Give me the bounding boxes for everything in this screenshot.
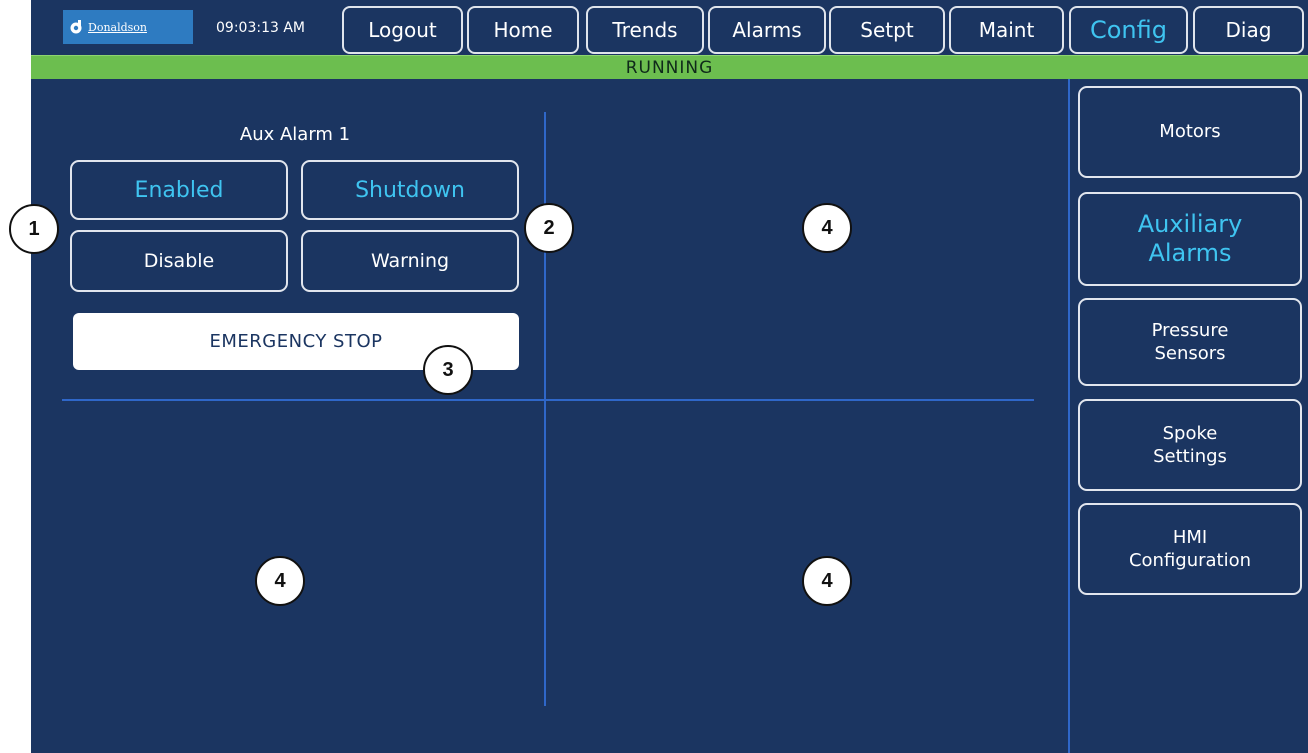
sidebar-item-auxiliary-alarms[interactable]: Auxiliary Alarms bbox=[1078, 192, 1302, 286]
logo-text: Donaldson bbox=[88, 20, 147, 34]
nav-home-button[interactable]: Home bbox=[467, 6, 579, 54]
sidebar-item-motors[interactable]: Motors bbox=[1078, 86, 1302, 178]
sidebar-item-label: Spoke Settings bbox=[1153, 422, 1227, 467]
quadrant-divider-horizontal bbox=[62, 399, 1034, 401]
nav-setpt-button[interactable]: Setpt bbox=[829, 6, 945, 54]
nav-trends-button[interactable]: Trends bbox=[586, 6, 704, 54]
nav-label: Setpt bbox=[860, 18, 914, 42]
sidebar-item-hmi-configuration[interactable]: HMI Configuration bbox=[1078, 503, 1302, 595]
nav-label: Diag bbox=[1225, 18, 1272, 42]
nav-config-button[interactable]: Config bbox=[1069, 6, 1188, 54]
shutdown-button[interactable]: Shutdown bbox=[301, 160, 519, 220]
emergency-stop-label: EMERGENCY STOP bbox=[209, 331, 383, 352]
sidebar-item-spoke-settings[interactable]: Spoke Settings bbox=[1078, 399, 1302, 491]
shutdown-label: Shutdown bbox=[355, 177, 465, 203]
disable-label: Disable bbox=[143, 250, 215, 272]
nav-diag-button[interactable]: Diag bbox=[1193, 6, 1304, 54]
callout-marker: 4 bbox=[802, 203, 852, 253]
nav-maint-button[interactable]: Maint bbox=[949, 6, 1064, 54]
disable-button[interactable]: Disable bbox=[70, 230, 288, 292]
enabled-label: Enabled bbox=[134, 177, 224, 203]
aux-alarm-title: Aux Alarm 1 bbox=[239, 124, 351, 145]
nav-label: Alarms bbox=[732, 18, 802, 42]
nav-label: Logout bbox=[368, 18, 437, 42]
warning-button[interactable]: Warning bbox=[301, 230, 519, 292]
warning-label: Warning bbox=[370, 250, 450, 272]
sidebar-item-label: Auxiliary Alarms bbox=[1137, 210, 1243, 267]
quadrant-divider-vertical bbox=[544, 112, 546, 706]
enabled-button[interactable]: Enabled bbox=[70, 160, 288, 220]
sidebar-item-label: HMI Configuration bbox=[1128, 526, 1252, 571]
sidebar-item-pressure-sensors[interactable]: Pressure Sensors bbox=[1078, 298, 1302, 386]
sidebar-separator bbox=[1068, 79, 1070, 753]
donaldson-logo-icon bbox=[70, 20, 82, 34]
callout-marker: 4 bbox=[255, 556, 305, 606]
callout-marker: 2 bbox=[524, 203, 574, 253]
nav-label: Config bbox=[1089, 16, 1167, 44]
callout-marker: 3 bbox=[423, 345, 473, 395]
nav-logout-button[interactable]: Logout bbox=[342, 6, 463, 54]
status-bar: RUNNING bbox=[31, 55, 1308, 79]
nav-alarms-button[interactable]: Alarms bbox=[708, 6, 826, 54]
clock: 09:03:13 AM bbox=[216, 20, 305, 36]
sidebar-item-label: Pressure Sensors bbox=[1151, 319, 1229, 364]
nav-label: Trends bbox=[612, 18, 678, 42]
status-text: RUNNING bbox=[625, 57, 714, 78]
nav-label: Home bbox=[493, 18, 553, 42]
donaldson-logo: Donaldson bbox=[63, 10, 193, 44]
callout-marker: 1 bbox=[9, 204, 59, 254]
nav-label: Maint bbox=[978, 18, 1035, 42]
callout-marker: 4 bbox=[802, 556, 852, 606]
sidebar-item-label: Motors bbox=[1159, 121, 1221, 143]
